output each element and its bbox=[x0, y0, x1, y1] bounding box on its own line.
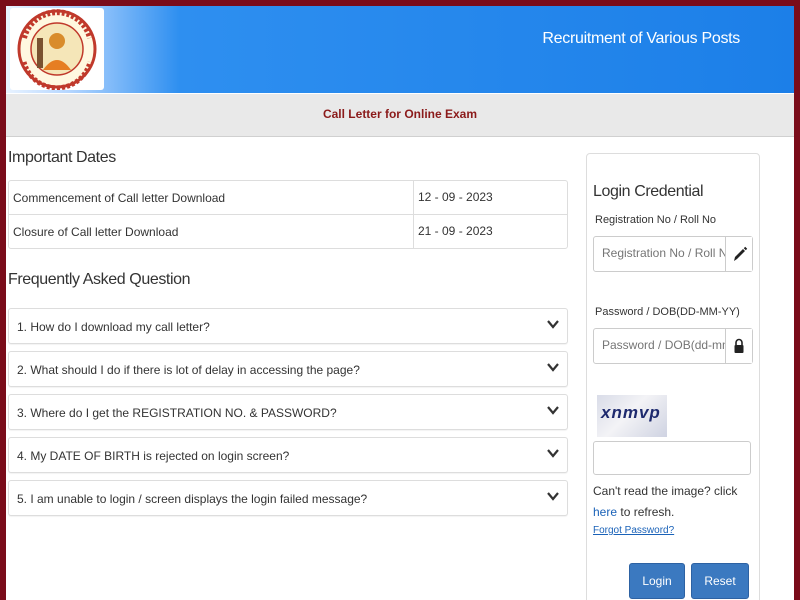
faq-question: 5. I am unable to login / screen display… bbox=[17, 492, 368, 506]
date-label: Closure of Call letter Download bbox=[13, 225, 179, 239]
lock-icon bbox=[734, 338, 744, 353]
subheader-title: Call Letter for Online Exam bbox=[322, 107, 478, 121]
date-value: 12 - 09 - 2023 bbox=[413, 181, 493, 214]
table-row: Closure of Call letter Download 21 - 09 … bbox=[9, 215, 567, 248]
reset-button[interactable]: Reset bbox=[691, 563, 749, 599]
registration-group bbox=[593, 236, 753, 272]
faq-item[interactable]: 1. How do I download my call letter? bbox=[8, 308, 568, 344]
chevron-down-icon bbox=[547, 492, 559, 501]
pencil-icon bbox=[734, 246, 748, 261]
login-title: Login Credential bbox=[593, 183, 704, 200]
forgot-password-link[interactable]: Forgot Password? bbox=[593, 525, 674, 536]
date-value: 21 - 09 - 2023 bbox=[413, 215, 493, 248]
date-label: Commencement of Call letter Download bbox=[13, 191, 226, 205]
registration-addon bbox=[725, 237, 752, 271]
table-row: Commencement of Call letter Download 12 … bbox=[9, 181, 567, 215]
important-dates-title: Important Dates bbox=[8, 149, 116, 166]
captcha-input[interactable] bbox=[593, 441, 751, 475]
header-title: Recruitment of Various Posts bbox=[542, 30, 740, 47]
chevron-down-icon bbox=[547, 363, 559, 372]
password-group bbox=[593, 328, 753, 364]
important-dates-table: Commencement of Call letter Download 12 … bbox=[8, 180, 568, 249]
faq-item[interactable]: 4. My DATE OF BIRTH is rejected on login… bbox=[8, 437, 568, 473]
captcha-text: xnmvp bbox=[601, 403, 661, 422]
refresh-captcha-link[interactable]: here bbox=[593, 505, 617, 519]
login-panel: Login Credential Registration No / Roll … bbox=[586, 153, 760, 600]
faq-question: 4. My DATE OF BIRTH is rejected on login… bbox=[17, 449, 290, 463]
faq-title: Frequently Asked Question bbox=[8, 271, 191, 288]
faq-item[interactable]: 2. What should I do if there is lot of d… bbox=[8, 351, 568, 387]
registration-input[interactable] bbox=[594, 237, 726, 269]
chevron-down-icon bbox=[547, 449, 559, 458]
login-button[interactable]: Login bbox=[629, 563, 685, 599]
registration-label: Registration No / Roll No bbox=[595, 214, 717, 226]
captcha-help-prefix: Can't read the image? click bbox=[593, 484, 738, 498]
logo bbox=[10, 8, 104, 91]
password-label: Password / DOB(DD-MM-YY) bbox=[595, 306, 740, 318]
chevron-down-icon bbox=[547, 320, 559, 329]
faq-item[interactable]: 3. Where do I get the REGISTRATION NO. &… bbox=[8, 394, 568, 430]
header: Recruitment of Various Posts bbox=[6, 6, 794, 93]
subheader: Call Letter for Online Exam bbox=[6, 94, 794, 137]
captcha-help-suffix: to refresh. bbox=[617, 505, 675, 519]
faq-question: 2. What should I do if there is lot of d… bbox=[17, 363, 360, 377]
faq-item[interactable]: 5. I am unable to login / screen display… bbox=[8, 480, 568, 516]
page-frame: Recruitment of Various Posts Call Letter… bbox=[6, 6, 794, 600]
faq-question: 1. How do I download my call letter? bbox=[17, 320, 210, 334]
faq-question: 3. Where do I get the REGISTRATION NO. &… bbox=[17, 406, 337, 420]
password-addon bbox=[725, 329, 752, 363]
captcha-image: xnmvp bbox=[597, 395, 667, 437]
password-input[interactable] bbox=[594, 329, 726, 361]
captcha-help: Can't read the image? click here to refr… bbox=[593, 481, 753, 523]
chevron-down-icon bbox=[547, 406, 559, 415]
